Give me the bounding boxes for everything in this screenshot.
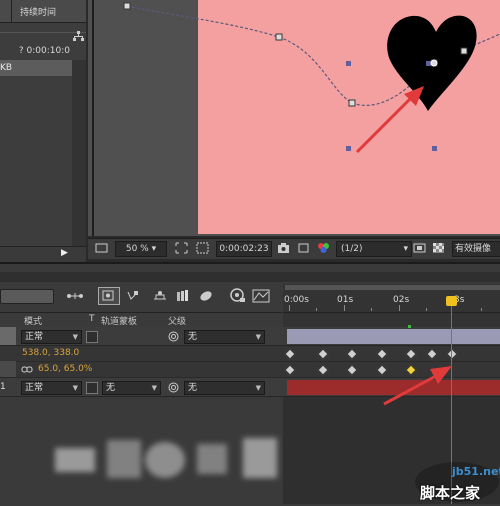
zoom-dropdown[interactable]: 50 % ▾ (115, 241, 167, 257)
position-value[interactable]: 538.0, 338.0 (22, 348, 79, 358)
spiral-icon[interactable] (168, 382, 179, 393)
ruler-tick (481, 308, 482, 311)
comment-marker (408, 325, 411, 328)
ruler-tick (289, 305, 290, 311)
parent-dropdown[interactable]: 无 ▼ (184, 330, 265, 344)
show-snapshot-icon[interactable] (297, 242, 310, 254)
preserve-transparency-checkbox[interactable] (86, 331, 98, 343)
preserve-transparency-checkbox[interactable] (86, 382, 98, 394)
mode-value: 正常 (25, 383, 44, 393)
resolution-value: (1/2) (341, 244, 363, 254)
scale-value[interactable]: 65.0, 65.0% (38, 364, 92, 374)
active-camera-dropdown[interactable]: 有效摄像 (452, 241, 500, 257)
parent-column-header[interactable]: 父级 (168, 314, 186, 327)
toggle-transparency-grid-icon[interactable] (432, 242, 445, 254)
parent-value: 无 (188, 383, 198, 393)
ruler-label: 01s (337, 295, 354, 305)
grid-icon[interactable] (175, 242, 188, 254)
color-channel-icon[interactable] (317, 242, 330, 254)
ruler-tick (426, 308, 427, 311)
draft-3d-icon (102, 290, 114, 301)
zoom-value: 50 % (125, 244, 149, 254)
track-matte-dropdown[interactable]: 无 ▼ (102, 381, 161, 395)
ruler-tick (399, 305, 400, 311)
parent-value: 无 (188, 332, 198, 342)
region-of-interest-icon[interactable] (413, 242, 426, 254)
layer-column-headers (0, 312, 282, 328)
blurred-caption (55, 438, 277, 478)
hide-shy-layers-icon[interactable] (124, 289, 140, 303)
motion-blur-icon[interactable] (175, 289, 191, 303)
ruler-tick (316, 308, 317, 311)
draft-3d-button[interactable] (98, 287, 120, 305)
timeline-annotation-arrow (383, 366, 452, 406)
ruler-tick (371, 308, 372, 311)
layer-duration-bar[interactable] (287, 329, 500, 344)
watermark-name: 脚本之家 (420, 484, 481, 502)
mode-column-header[interactable]: 模式 (24, 314, 42, 327)
ruler-label: 02s (393, 295, 410, 305)
transparency-grid-icon[interactable] (196, 242, 209, 254)
timeline-header-spacer (283, 312, 500, 327)
brainstorm-icon[interactable] (198, 289, 214, 303)
layer-label-color[interactable] (0, 327, 16, 345)
comp-mini-flowchart-icon[interactable] (66, 290, 84, 302)
timeline-tab-strip (0, 272, 500, 282)
layer-index: 1 (0, 382, 6, 392)
work-area-bar[interactable] (285, 285, 500, 290)
mode-dropdown[interactable]: 正常 ▼ (21, 330, 82, 344)
current-time-display[interactable]: 0:00:02:23 (216, 241, 272, 257)
mode-value: 正常 (25, 332, 44, 342)
graph-editor-icon[interactable] (252, 289, 270, 303)
current-time-indicator-head[interactable] (446, 296, 457, 306)
property-indent (0, 361, 16, 377)
auto-keyframe-icon[interactable] (228, 288, 246, 304)
always-preview-icon[interactable] (95, 242, 108, 254)
ruler-label: 0:00s (284, 295, 309, 305)
t-column-header[interactable]: T (89, 314, 95, 324)
track-matte-column-header[interactable]: 轨道蒙板 (101, 314, 137, 327)
parent-dropdown[interactable]: 无 ▼ (184, 381, 265, 395)
layer-search-input[interactable] (0, 289, 54, 304)
watermark-url: jb51.net (452, 465, 500, 478)
link-icon[interactable] (21, 365, 33, 374)
camera-icon[interactable] (277, 242, 290, 254)
annotation-arrow (355, 96, 413, 154)
track-matte-value: 无 (106, 383, 116, 393)
spiral-icon[interactable] (168, 331, 179, 342)
ruler-tick (344, 305, 345, 311)
resolution-dropdown[interactable]: (1/2) ▾ (336, 241, 412, 257)
mode-dropdown[interactable]: 正常 ▼ (21, 381, 82, 395)
frame-blending-icon[interactable] (152, 289, 168, 303)
